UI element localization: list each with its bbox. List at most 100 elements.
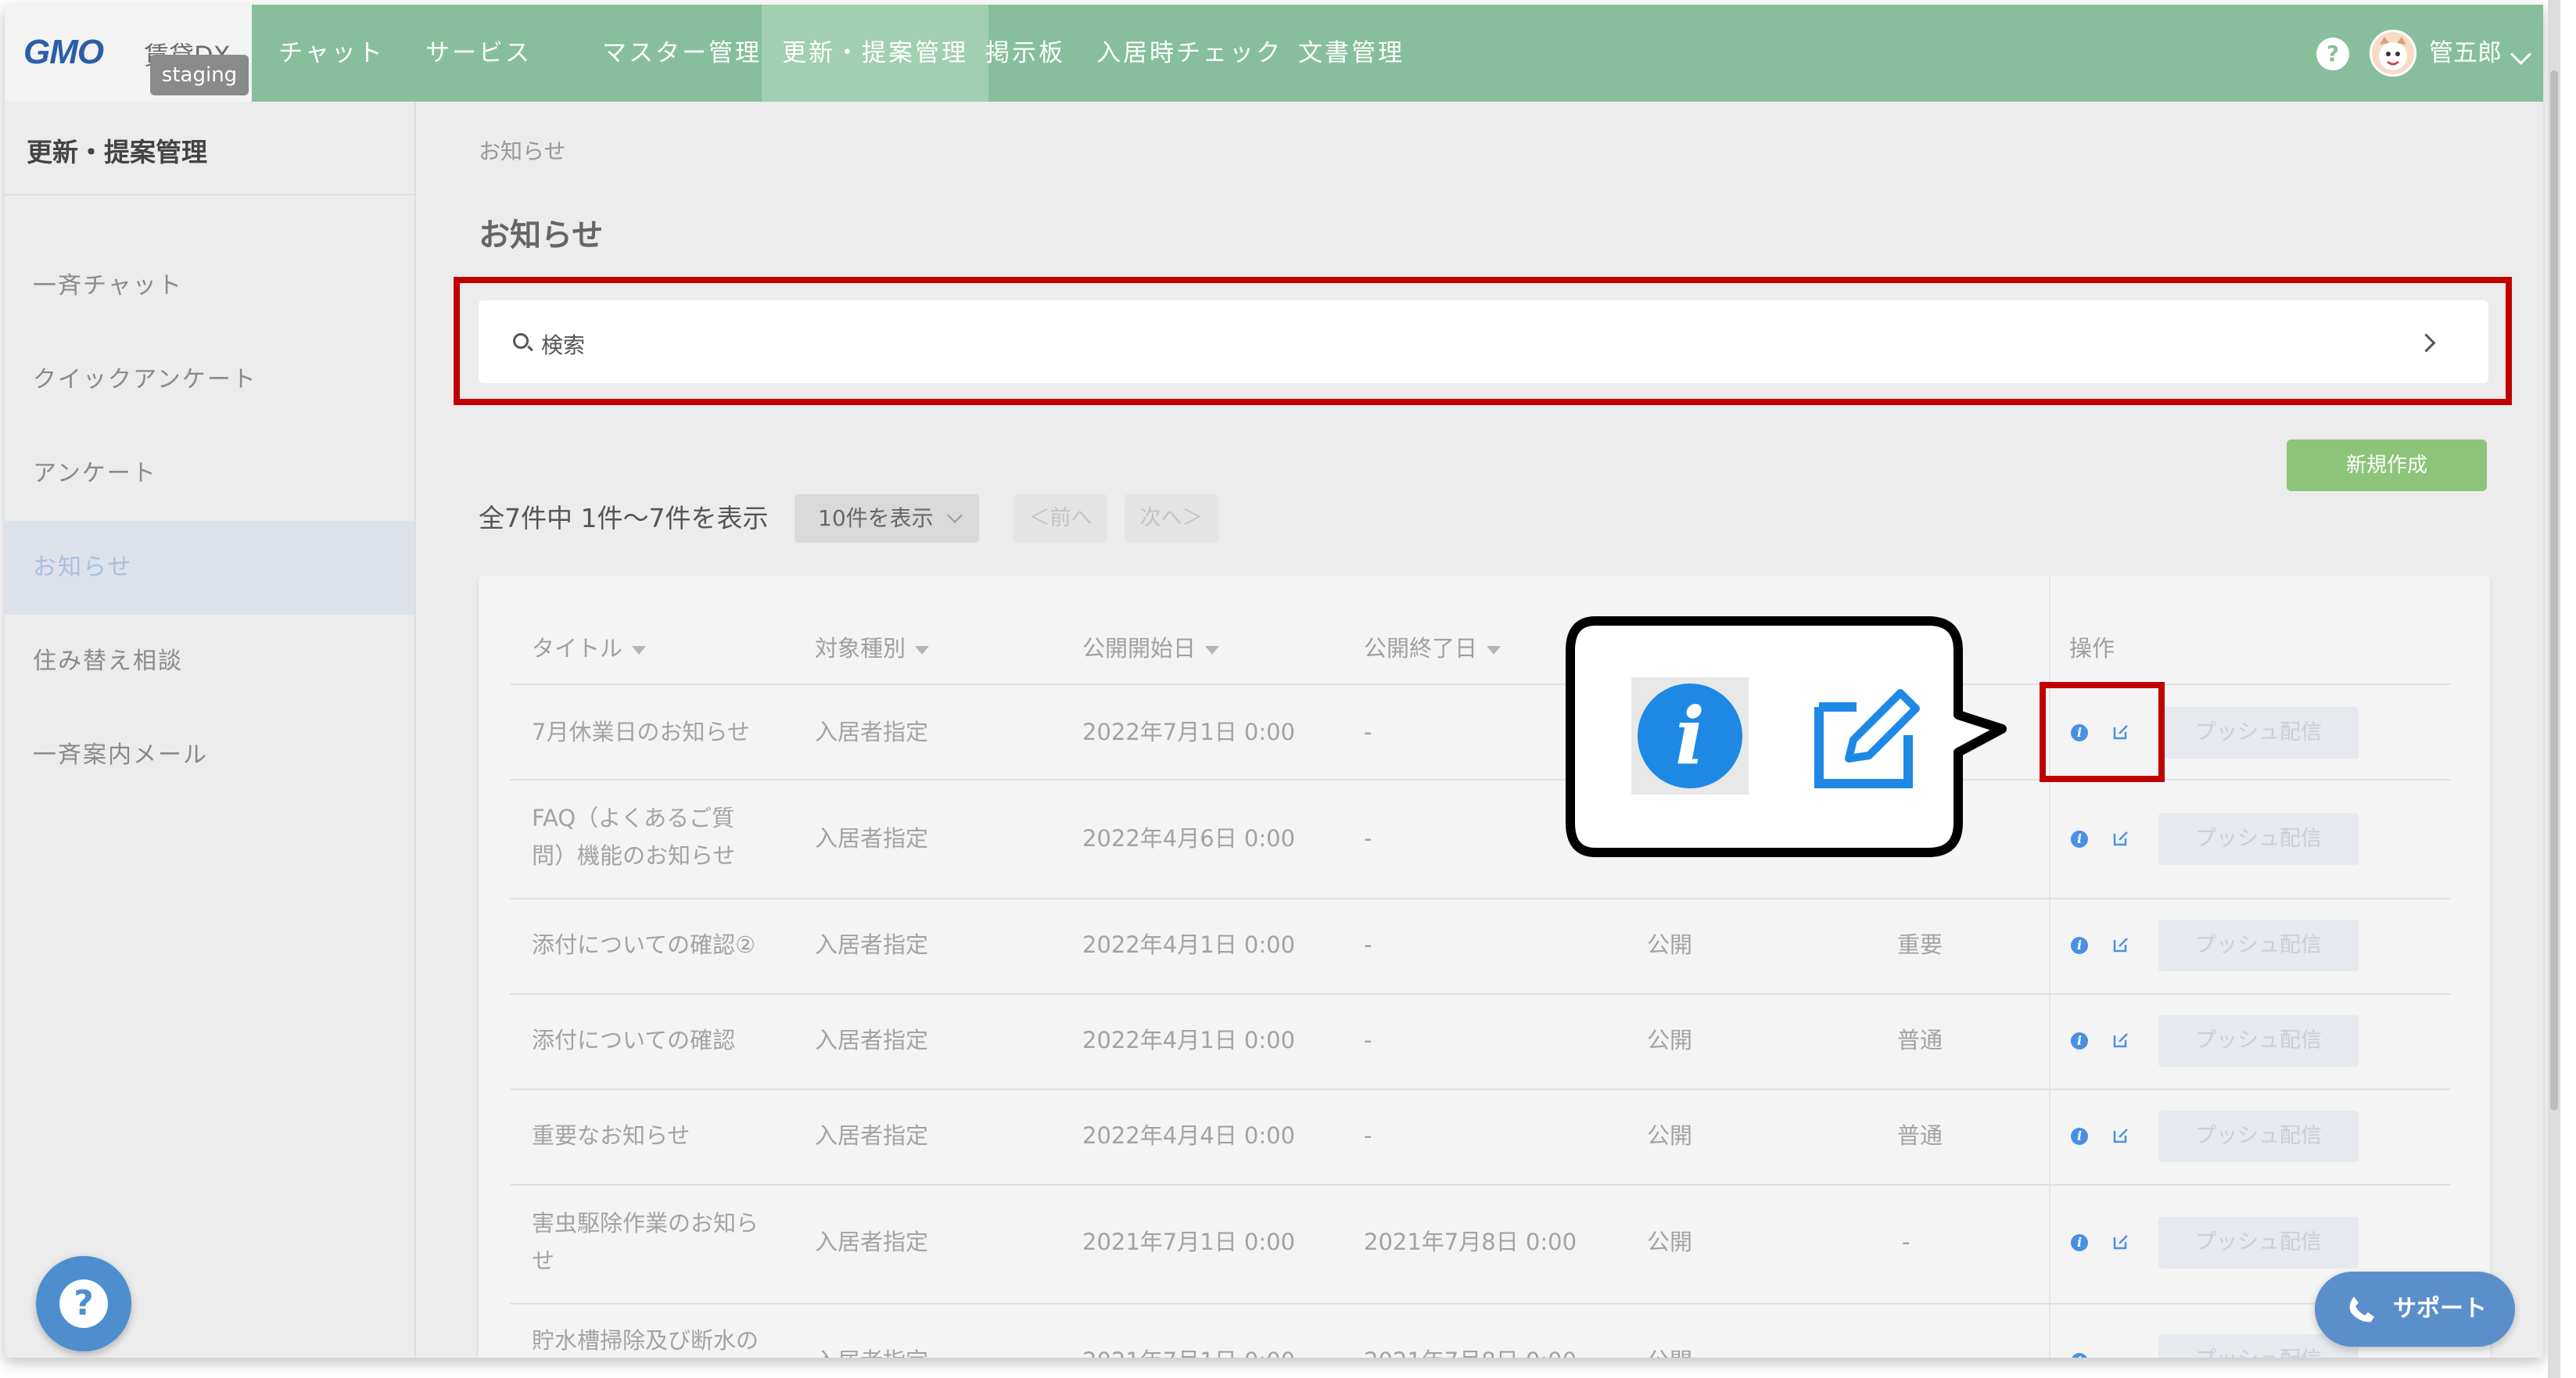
row-divider: [510, 1184, 2451, 1186]
sort-icon[interactable]: [1487, 645, 1501, 655]
cell-title[interactable]: 貯水槽掃除及び断水の: [532, 1322, 759, 1358]
cell-end: -: [1364, 1122, 1372, 1149]
cell-target: 入居者指定: [815, 1027, 929, 1053]
cell-level: 重要: [1897, 931, 1943, 958]
breadcrumb[interactable]: お知らせ: [479, 135, 565, 166]
push-button[interactable]: プッシュ配信: [2158, 1217, 2359, 1269]
info-icon[interactable]: i: [2071, 1234, 2088, 1251]
header-operations: 操作: [2069, 635, 2115, 662]
support-label: サポート: [2393, 1295, 2487, 1322]
top-navbar: GMO 賃貸DX staging チャット サービス マスター管理 更新・提案管…: [5, 5, 2543, 102]
edit-icon[interactable]: [2111, 1126, 2130, 1145]
cell-title[interactable]: 重要なお知らせ: [532, 1117, 690, 1154]
sort-icon[interactable]: [1205, 645, 1220, 655]
cell-title[interactable]: 7月休業日のお知らせ: [532, 713, 750, 751]
info-icon: i: [1638, 684, 1742, 788]
cell-start: 2022年4月6日 0:00: [1082, 825, 1296, 852]
push-button[interactable]: プッシュ配信: [2158, 707, 2359, 759]
edit-icon[interactable]: [2111, 935, 2130, 954]
user-name[interactable]: 管五郎: [2429, 5, 2502, 102]
sidebar-item-relocation[interactable]: 住み替え相談: [5, 615, 414, 709]
avatar[interactable]: [2370, 30, 2416, 77]
nav-item-documents[interactable]: 文書管理: [1298, 5, 1405, 102]
sidebar-item-notices[interactable]: お知らせ: [5, 521, 414, 615]
help-button[interactable]: ?: [36, 1256, 131, 1351]
sidebar-item-quick-survey[interactable]: クイックアンケート: [5, 333, 414, 427]
cell-status: 公開: [1647, 1229, 1693, 1255]
cell-title[interactable]: 害虫駆除作業のお知ら: [532, 1204, 759, 1242]
edit-icon[interactable]: [2111, 829, 2130, 848]
nav-item-renewal[interactable]: 更新・提案管理: [762, 5, 988, 102]
logo[interactable]: GMO 賃貸DX staging: [5, 5, 252, 102]
question-icon: ?: [59, 1279, 108, 1328]
header-end[interactable]: 公開終了日: [1364, 630, 1501, 663]
cell-level: -: [1902, 1229, 1910, 1255]
cell-end: -: [1364, 825, 1372, 852]
push-button[interactable]: プッシュ配信: [2158, 813, 2359, 865]
cell-end: -: [1364, 931, 1372, 958]
cell-start: 2022年4月1日 0:00: [1082, 1027, 1296, 1053]
logo-text: GMO: [23, 33, 104, 71]
sidebar-divider: [5, 194, 414, 196]
sort-icon[interactable]: [632, 645, 647, 655]
sidebar-title: 更新・提案管理: [27, 137, 207, 167]
sidebar-item-bulk-mail[interactable]: 一斉案内メール: [5, 709, 414, 802]
phone-icon: [2349, 1297, 2374, 1322]
info-icon[interactable]: i: [2071, 831, 2088, 848]
nav-item-board[interactable]: 掲示板: [985, 5, 1065, 102]
cell-title-line2[interactable]: せ: [532, 1242, 554, 1279]
cell-status: 公開: [1647, 1122, 1693, 1149]
chevron-down-icon[interactable]: [2510, 44, 2531, 65]
cell-end: 2021年7月8日 0:00: [1364, 1229, 1577, 1255]
cell-title[interactable]: FAQ（よくあるご質: [532, 799, 734, 837]
cell-end: -: [1364, 1027, 1372, 1053]
cell-status: 公開: [1647, 931, 1693, 958]
nav-item-master[interactable]: マスター管理: [602, 5, 762, 102]
header-start[interactable]: 公開開始日: [1082, 630, 1220, 663]
nav-item-chat[interactable]: チャット: [278, 5, 385, 102]
result-count: 全7件中 1件〜7件を表示: [479, 503, 769, 533]
scrollbar-thumb[interactable]: [2550, 70, 2558, 1111]
scrollbar[interactable]: [2548, 0, 2560, 1378]
edit-icon[interactable]: [2111, 1031, 2130, 1050]
cell-target: 入居者指定: [815, 1229, 929, 1255]
row-divider: [510, 898, 2451, 899]
header-target[interactable]: 対象種別: [815, 630, 930, 663]
row-divider: [510, 1303, 2451, 1304]
push-button[interactable]: プッシュ配信: [2158, 1111, 2359, 1162]
prev-page-button[interactable]: ＜前へ: [1014, 494, 1107, 543]
push-button[interactable]: プッシュ配信: [2158, 920, 2359, 971]
cell-target: 入居者指定: [815, 1342, 928, 1358]
header-title[interactable]: タイトル: [532, 630, 647, 663]
per-page-value: 10件を表示: [818, 505, 934, 531]
info-icon[interactable]: i: [2071, 937, 2088, 954]
push-button[interactable]: プッシュ配信: [2158, 1015, 2359, 1067]
cell-title[interactable]: 添付についての確認: [532, 1021, 735, 1059]
info-icon[interactable]: i: [2071, 1032, 2088, 1050]
cell-title-line2[interactable]: 問）機能のお知らせ: [532, 837, 735, 874]
row-divider: [510, 1089, 2451, 1090]
sidebar-item-bulk-chat[interactable]: 一斉チャット: [5, 239, 414, 333]
cell-target: 入居者指定: [815, 719, 929, 745]
nav-item-move-in-check[interactable]: 入居時チェック: [1096, 5, 1283, 102]
cell-target: 入居者指定: [815, 825, 929, 852]
per-page-select[interactable]: 10件を表示: [795, 494, 979, 543]
row-divider: [510, 993, 2451, 995]
nav-item-service[interactable]: サービス: [425, 5, 532, 102]
new-button[interactable]: 新規作成: [2287, 440, 2487, 491]
sort-icon[interactable]: [915, 645, 930, 655]
cell-level: 普通: [1897, 1027, 1943, 1053]
highlight-operations: [2040, 682, 2165, 782]
cell-start: 2022年4月1日 0:00: [1082, 931, 1296, 958]
cell-level: 普通: [1897, 1122, 1943, 1149]
sidebar-item-survey[interactable]: アンケート: [5, 427, 414, 521]
cell-title[interactable]: 添付についての確認②: [532, 926, 755, 964]
next-page-button[interactable]: 次へ＞: [1125, 494, 1218, 543]
info-icon[interactable]: i: [2071, 1128, 2088, 1145]
highlight-search: [454, 277, 2512, 405]
cell-start: 2021年7月1日 0:00: [1082, 1342, 1295, 1358]
edit-icon[interactable]: [2111, 1233, 2130, 1251]
edit-icon-large: [1814, 689, 1920, 788]
support-button[interactable]: サポート: [2315, 1272, 2515, 1347]
question-icon[interactable]: ?: [2316, 38, 2349, 70]
